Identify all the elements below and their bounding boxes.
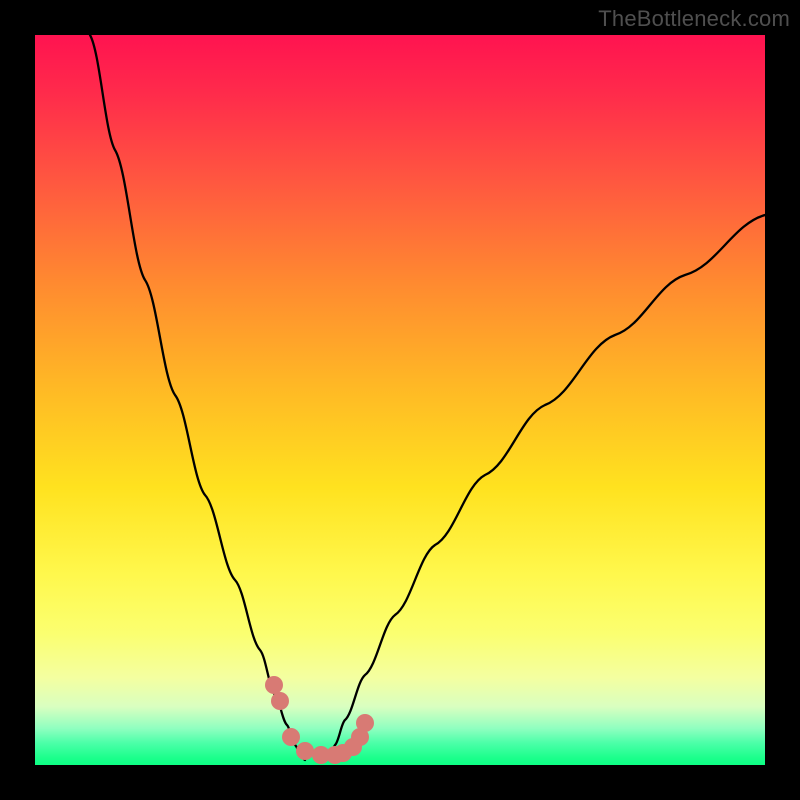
data-dot xyxy=(356,714,374,732)
data-dot xyxy=(296,742,314,760)
data-dot xyxy=(271,692,289,710)
data-dot xyxy=(282,728,300,746)
curves-group xyxy=(90,35,765,760)
right-curve xyxy=(330,215,765,760)
chart-svg xyxy=(35,35,765,765)
data-dot xyxy=(265,676,283,694)
chart-frame: TheBottleneck.com xyxy=(0,0,800,800)
watermark-label: TheBottleneck.com xyxy=(598,6,790,32)
left-curve xyxy=(90,35,305,760)
plot-area xyxy=(35,35,765,765)
